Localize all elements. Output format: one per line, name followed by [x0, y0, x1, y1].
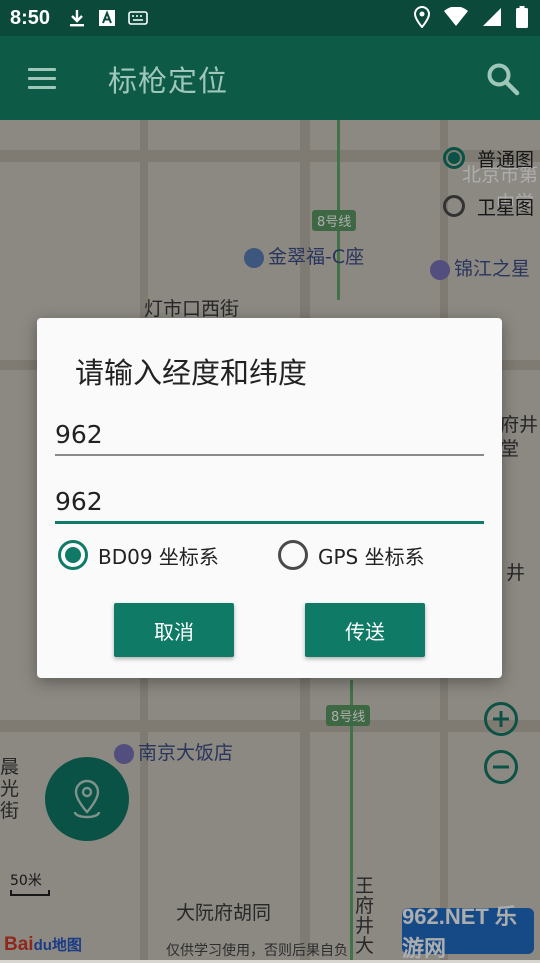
keyboard-icon [128, 11, 148, 25]
longitude-input[interactable] [55, 414, 484, 454]
status-bar: 8:50 [0, 0, 540, 36]
signal-icon [483, 8, 501, 26]
dialog-title: 请输入经度和纬度 [75, 356, 308, 390]
location-icon [414, 6, 430, 28]
coordinate-dialog: 请输入经度和纬度 BD09 坐标系 GPS 坐标系 取消 传送 [37, 318, 502, 678]
wifi-icon [444, 7, 468, 26]
coord-gps-option[interactable]: GPS 坐标系 [278, 540, 425, 570]
download-icon [70, 10, 85, 27]
latitude-field[interactable] [55, 481, 484, 524]
cancel-button[interactable]: 取消 [114, 603, 234, 657]
latitude-input[interactable] [55, 481, 484, 521]
radio-checked-icon[interactable] [58, 540, 88, 570]
longitude-field[interactable] [55, 414, 484, 456]
search-icon[interactable] [486, 62, 520, 96]
app-toolbar: 标枪定位 [0, 36, 540, 120]
font-icon [99, 10, 116, 26]
send-button[interactable]: 传送 [305, 603, 425, 657]
radio-unchecked-icon[interactable] [278, 540, 308, 570]
status-time: 8:50 [10, 6, 51, 29]
battery-icon [516, 6, 528, 28]
coord-bd09-option[interactable]: BD09 坐标系 [58, 540, 219, 570]
menu-icon[interactable] [28, 68, 56, 90]
app-title: 标枪定位 [108, 64, 229, 98]
